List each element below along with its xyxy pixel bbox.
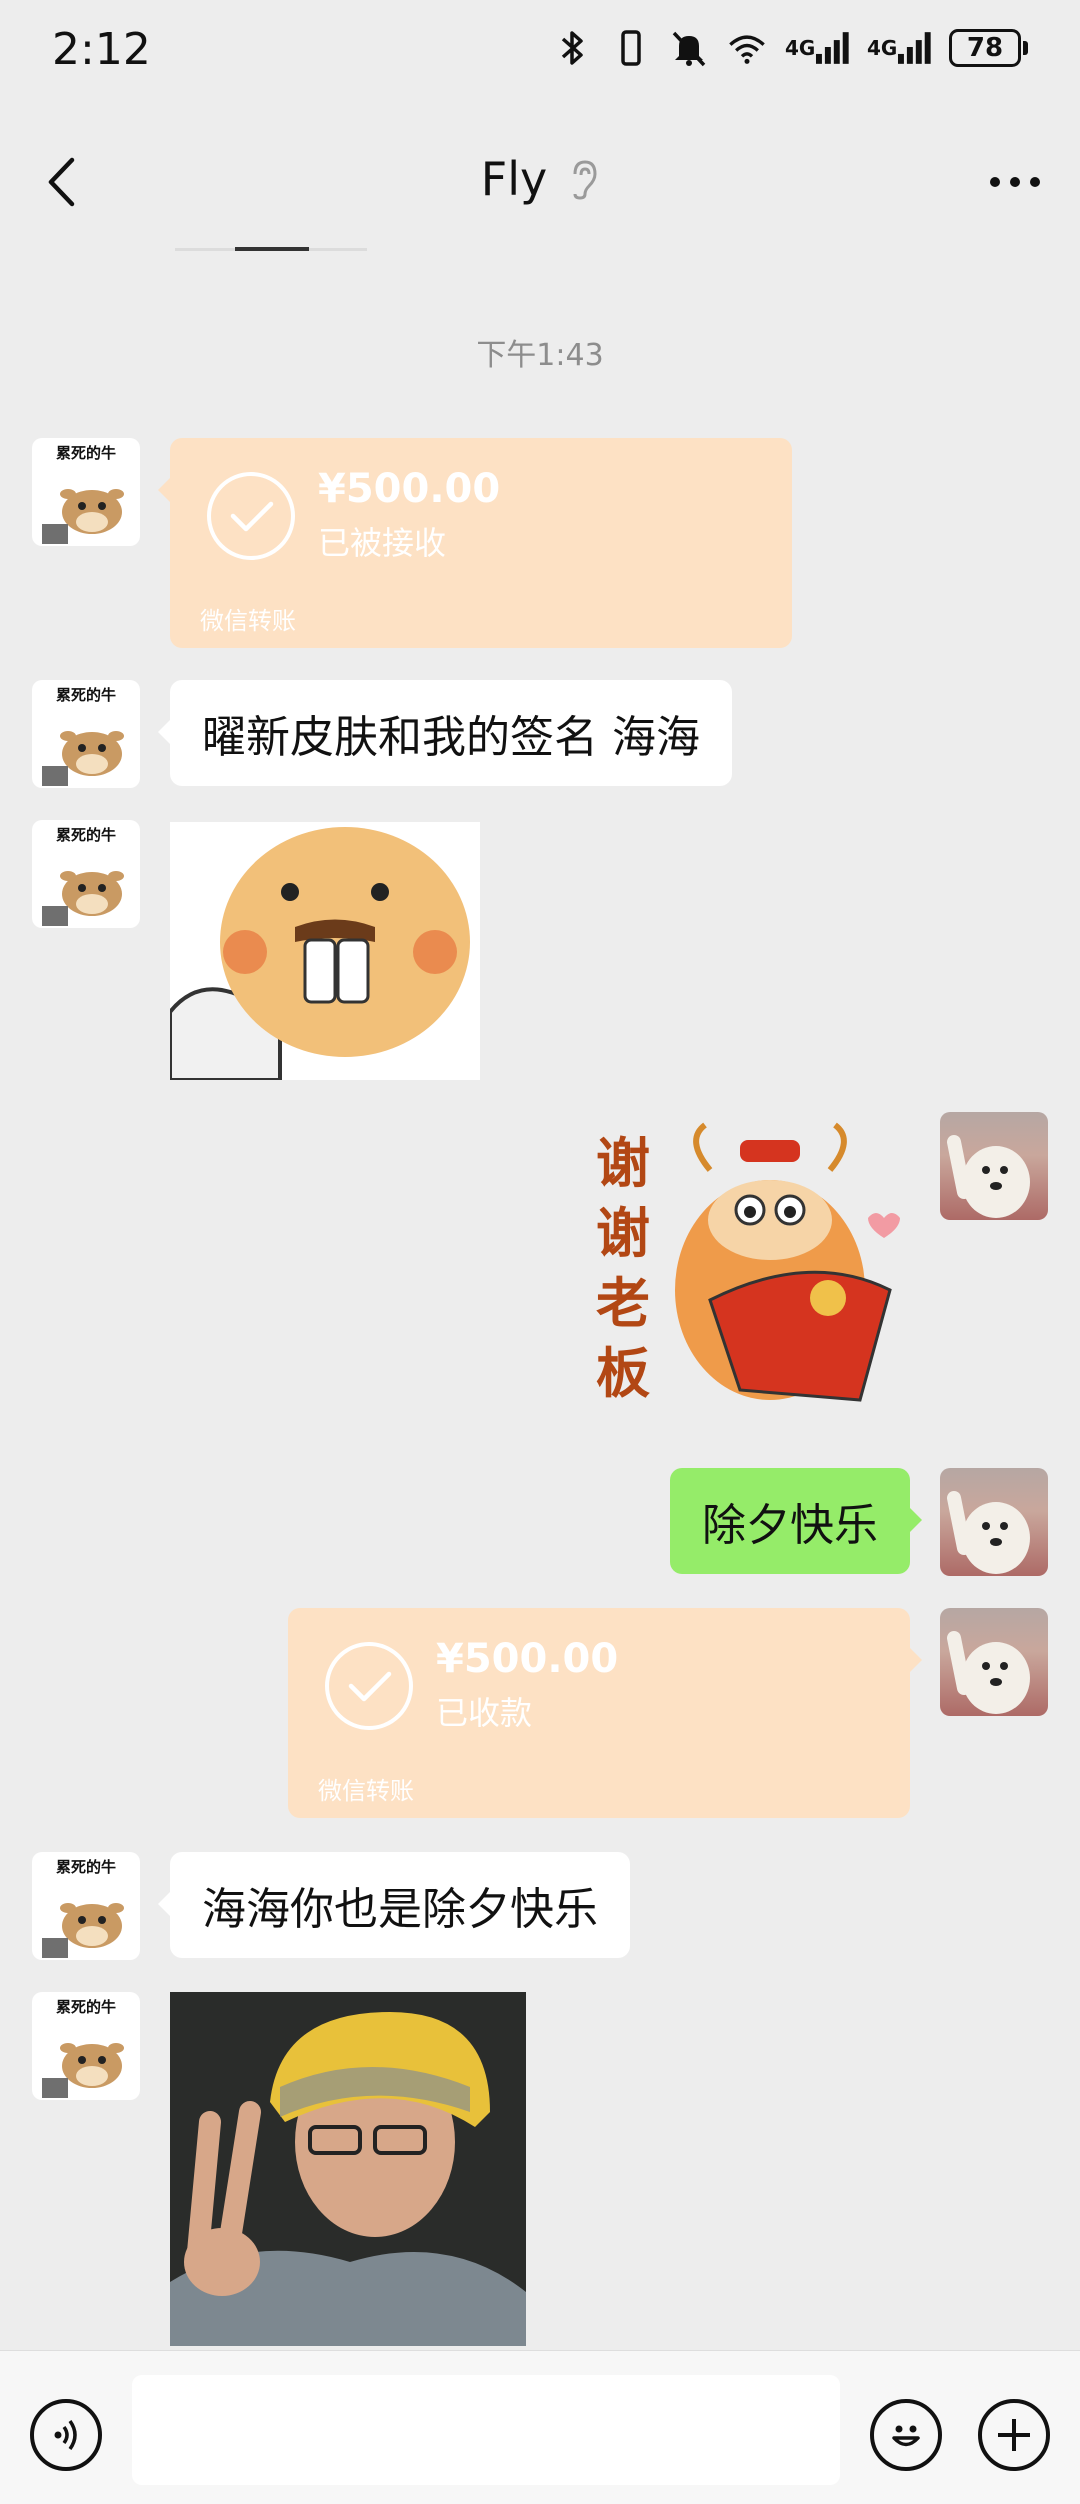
sticker-text-char: 老 <box>596 1272 650 1335</box>
vibrate-icon <box>611 28 651 68</box>
status-bar: 2:12 4G 4G 78 <box>0 0 1080 105</box>
chat-header: Fly <box>0 120 1080 250</box>
transfer-amount: ¥500.00 <box>318 466 501 512</box>
transfer-footer: 微信转账 <box>200 607 296 635</box>
emoji-button[interactable] <box>870 2399 942 2471</box>
check-circle-icon <box>325 1642 413 1730</box>
sender-avatar[interactable]: 累死的牛 <box>32 680 140 788</box>
signal-icon: 4G <box>785 28 849 68</box>
wifi-icon <box>727 28 767 68</box>
sticker-text-char: 谢 <box>596 1202 650 1265</box>
sender-avatar[interactable]: 累死的牛 <box>32 1992 140 2100</box>
sticker-text-char: 谢 <box>596 1132 650 1195</box>
transfer-bubble[interactable]: ¥500.00 已收款 微信转账 <box>288 1608 922 1818</box>
transfer-bubble[interactable]: ¥500.00 已被接收 微信转账 <box>158 438 792 648</box>
check-circle-icon <box>207 472 295 560</box>
transfer-status: 已收款 <box>436 1694 533 1732</box>
my-avatar[interactable] <box>940 1608 1048 1716</box>
my-avatar[interactable] <box>940 1112 1048 1220</box>
message-bubble[interactable]: 曜新皮肤和我的签名 海海 <box>158 680 732 786</box>
sticker-image[interactable]: 谢 谢 老 板 <box>590 1120 910 1430</box>
photo-image[interactable] <box>170 1992 526 2346</box>
status-time: 2:12 <box>52 24 151 75</box>
sticker-text-char: 板 <box>596 1342 650 1405</box>
emoji-icon <box>892 2425 920 2447</box>
more-button[interactable] <box>980 152 1050 212</box>
status-icons: 4G 4G 78 <box>553 28 1028 68</box>
plus-button[interactable] <box>978 2399 1050 2471</box>
network-type-1: 4G <box>785 36 816 60</box>
sender-avatar[interactable]: 累死的牛 <box>32 820 140 928</box>
chat-title[interactable]: Fly <box>481 152 547 206</box>
mute-icon <box>669 28 709 68</box>
message-input[interactable] <box>132 2375 840 2485</box>
message-bubble[interactable]: 海海你也是除夕快乐 <box>158 1852 630 1958</box>
signal-icon: 4G <box>867 28 931 68</box>
sticker-image[interactable] <box>170 822 480 1080</box>
bluetooth-icon <box>553 28 593 68</box>
message-bubble[interactable]: 除夕快乐 <box>670 1468 922 1574</box>
battery-icon: 78 <box>949 29 1028 67</box>
sender-avatar[interactable]: 累死的牛 <box>32 438 140 546</box>
battery-level: 78 <box>949 29 1021 67</box>
sender-avatar[interactable]: 累死的牛 <box>32 1852 140 1960</box>
transfer-amount: ¥500.00 <box>436 1636 619 1682</box>
transfer-footer: 微信转账 <box>318 1777 414 1805</box>
voice-button[interactable] <box>30 2399 102 2471</box>
input-bar <box>0 2350 1080 2504</box>
transfer-status: 已被接收 <box>318 524 447 562</box>
my-avatar[interactable] <box>940 1468 1048 1576</box>
chat-timestamp: 下午1:43 <box>476 338 604 373</box>
ear-icon <box>573 160 597 200</box>
plus-icon <box>998 2419 1030 2451</box>
more-dots-icon <box>990 177 1040 187</box>
voice-icon <box>54 2419 77 2451</box>
header-divider-indicator <box>235 247 309 251</box>
network-type-2: 4G <box>867 36 898 60</box>
